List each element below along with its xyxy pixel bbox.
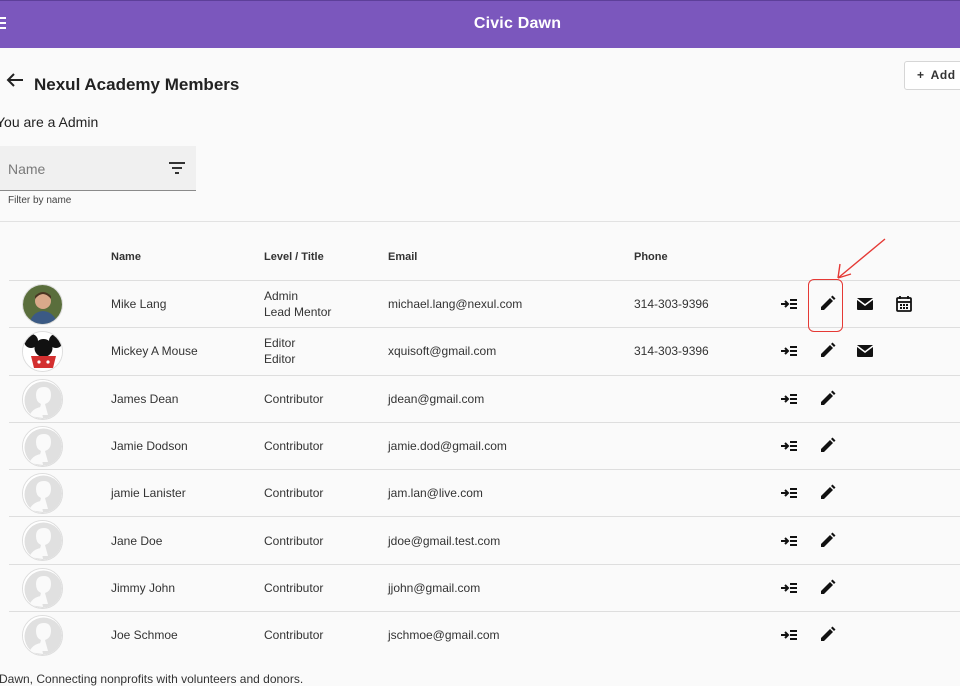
table-row[interactable]: Mickey A Mouse Editor Editor xquisoft@gmail… [9,327,960,374]
page-title: Nexul Academy Members [34,75,240,94]
annotation-arrow [837,238,886,279]
mail-icon[interactable] [855,341,875,361]
edit-icon[interactable] [817,578,837,598]
plus-icon: + [917,68,925,82]
member-name: Jane Doe [111,533,163,548]
column-header-phone[interactable]: Phone [634,251,668,263]
avatar [22,473,63,515]
member-level-text: Admin [264,289,299,304]
column-header-name[interactable]: Name [111,251,141,263]
move-icon[interactable] [779,531,799,551]
member-email: jamie.dod@gmail.com [388,439,507,454]
member-email: michael.lang@nexul.com [388,297,523,312]
move-icon[interactable] [779,341,799,361]
edit-icon[interactable] [817,483,837,503]
member-name: Mike Lang [111,297,167,312]
avatar [22,520,63,562]
member-level: Contributor [264,391,324,406]
table-row[interactable]: James Dean Contributor jdean@gmail.com [9,374,960,422]
member-title-text: Lead Mentor [264,305,332,320]
member-name: Jamie Dodson [111,439,188,454]
member-level: Contributor [264,580,324,595]
column-header-email[interactable]: Email [388,251,417,263]
app-bar: Civic Dawn [0,0,960,48]
member-name: Mickey A Mouse [111,344,198,359]
member-level: Contributor [264,486,324,501]
avatar [22,615,63,657]
mail-icon[interactable] [855,294,875,314]
move-icon[interactable] [779,436,799,456]
member-email: jjohn@gmail.com [388,580,481,595]
move-icon[interactable] [779,625,799,645]
member-level: Admin Lead Mentor [264,288,331,320]
filter-icon[interactable] [169,162,185,174]
name-filter-input[interactable]: Name [0,146,196,191]
member-phone: 314-303-9396 [634,344,709,359]
footer-text: Dawn, Connecting nonprofits with volunte… [0,672,304,686]
avatar [22,331,63,373]
divider [0,221,960,222]
member-email: xquisoft@gmail.com [388,344,497,359]
filter-hint: Filter by name [8,195,72,206]
member-name: James Dean [111,391,179,406]
table-row[interactable]: Jamie Dodson Contributor jamie.dod@gmail.c… [9,421,960,469]
member-email: jschmoe@gmail.com [388,628,500,643]
table-row[interactable]: Jane Doe Contributor jdoe@gmail.test.com [9,516,960,563]
avatar [22,284,63,325]
member-title-text: Editor [264,352,296,367]
move-icon[interactable] [779,483,799,503]
add-button-label: Add [930,68,956,82]
edit-icon[interactable] [817,436,837,456]
role-text: You are a Admin [0,114,99,130]
member-level: Contributor [264,628,324,643]
column-header-level[interactable]: Level / Title [264,251,324,263]
member-email: jdoe@gmail.test.com [388,533,501,548]
move-icon[interactable] [779,578,799,598]
table-row[interactable]: jamie Lanister Contributor jam.lan@live.co… [9,469,960,516]
move-icon[interactable] [779,389,799,409]
back-arrow-icon[interactable] [6,72,24,88]
table-row[interactable]: Jimmy John Contributor jjohn@gmail.com [9,563,960,611]
member-email: jdean@gmail.com [388,391,485,406]
app-title: Civic Dawn [473,15,562,32]
table-header: Name Level / Title Email Phone [9,234,960,280]
member-phone: 314-303-9396 [634,297,709,312]
avatar [22,425,63,467]
member-level: Contributor [264,533,324,548]
edit-icon[interactable] [817,625,837,645]
avatar [22,567,63,609]
member-email: jam.lan@live.com [388,486,483,501]
move-icon[interactable] [779,294,799,314]
avatar [22,378,63,420]
member-level: Contributor [264,439,324,454]
member-name: jamie Lanister [111,486,186,501]
edit-icon[interactable] [817,531,837,551]
calendar-icon[interactable] [894,294,914,314]
member-name: Joe Schmoe [111,628,178,643]
table-row[interactable]: Joe Schmoe Contributor jschmoe@gmail.com [9,611,960,658]
add-member-button[interactable]: + Add [904,61,960,90]
edit-icon[interactable] [817,341,837,361]
filter-placeholder: Name [8,161,46,177]
member-name: Jimmy John [111,580,176,595]
edit-icon[interactable] [817,389,837,409]
annotation-highlight-box [808,279,843,332]
member-level: Editor Editor [264,335,295,367]
member-level-text: Editor [264,336,296,351]
